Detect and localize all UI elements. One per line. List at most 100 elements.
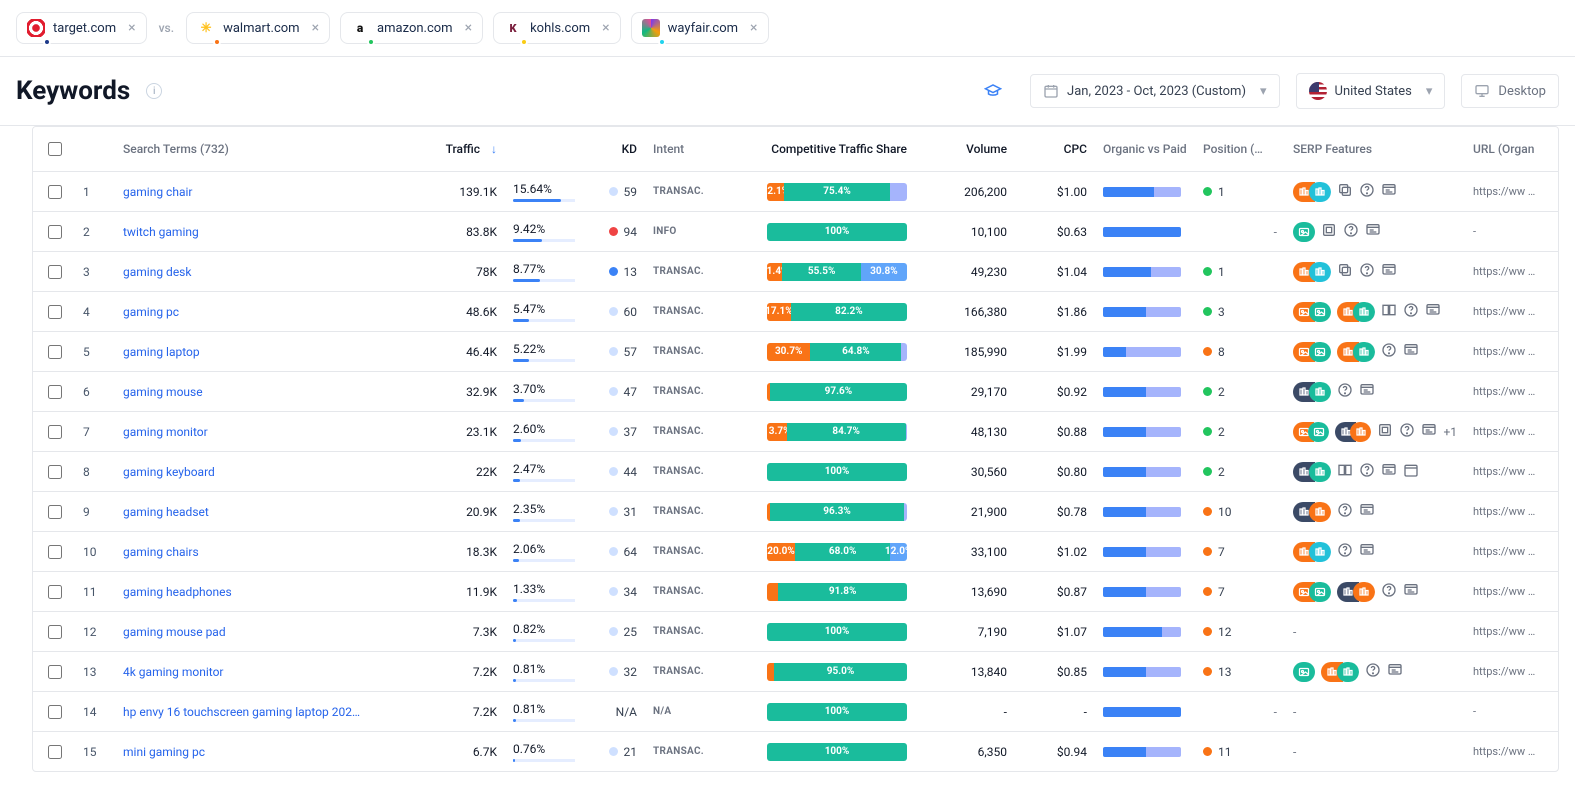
col-search-terms[interactable]: Search Terms (732) [115, 136, 415, 162]
serp-copy-icon[interactable] [1337, 262, 1353, 281]
remove-chip-icon[interactable]: × [128, 21, 135, 35]
serp-serp-icon[interactable] [1381, 182, 1397, 201]
serp-serp-icon[interactable] [1381, 262, 1397, 281]
serp-copy-icon[interactable] [1337, 182, 1353, 201]
device-picker[interactable]: Desktop [1461, 74, 1559, 108]
url-cell[interactable]: https://ww kp/mini-ga [1465, 739, 1545, 765]
education-icon[interactable] [972, 74, 1014, 108]
row-checkbox[interactable] [48, 545, 62, 559]
row-checkbox[interactable] [48, 385, 62, 399]
url-cell[interactable]: https://ww -Gaming-K [1465, 459, 1545, 485]
info-icon[interactable]: i [146, 83, 162, 99]
col-traffic[interactable]: Traffic ↓ [415, 136, 505, 162]
row-checkbox[interactable] [48, 745, 62, 759]
serp-help-icon[interactable] [1343, 222, 1359, 241]
col-cpc[interactable]: CPC [1015, 136, 1095, 162]
col-share[interactable]: Competitive Traffic Share [755, 136, 915, 162]
url-cell[interactable]: https://ww owse/vide [1465, 579, 1545, 605]
col-volume[interactable]: Volume [915, 136, 1015, 162]
url-cell[interactable]: https://ww owse/vide [1465, 499, 1545, 525]
row-checkbox[interactable] [48, 345, 62, 359]
keyword-link[interactable]: twitch gaming [123, 225, 199, 239]
serp-pill[interactable] [1337, 302, 1375, 322]
url-cell[interactable]: https://ww ming-mous [1465, 379, 1545, 405]
serp-pill[interactable] [1293, 262, 1331, 282]
serp-pill[interactable] [1293, 342, 1331, 362]
serp-help-icon[interactable] [1399, 422, 1415, 441]
url-cell[interactable]: https://ww ming-pc/s [1465, 299, 1545, 325]
serp-help-icon[interactable] [1381, 342, 1397, 361]
serp-serp-icon[interactable] [1359, 382, 1375, 401]
competitor-chip[interactable]: ✳walmart.com× [186, 12, 330, 44]
keyword-link[interactable]: gaming chairs [123, 545, 199, 559]
url-cell[interactable]: - [1465, 699, 1545, 725]
col-serp[interactable]: SERP Features [1285, 136, 1465, 162]
serp-pill[interactable] [1293, 422, 1329, 442]
country-picker[interactable]: United States ▾ [1296, 73, 1446, 109]
serp-pill[interactable] [1293, 222, 1315, 242]
keyword-link[interactable]: gaming keyboard [123, 465, 215, 479]
serp-cal-icon[interactable] [1403, 462, 1419, 481]
serp-serp-icon[interactable] [1421, 422, 1437, 441]
select-all-checkbox[interactable] [48, 142, 62, 156]
keyword-link[interactable]: 4k gaming monitor [123, 665, 223, 679]
competitor-chip[interactable]: target.com× [16, 12, 147, 44]
col-kd[interactable]: KD [575, 136, 645, 162]
row-checkbox[interactable] [48, 465, 62, 479]
serp-serp-icon[interactable] [1365, 222, 1381, 241]
col-url[interactable]: URL (Organ [1465, 136, 1545, 162]
row-checkbox[interactable] [48, 505, 62, 519]
row-checkbox[interactable] [48, 625, 62, 639]
keyword-link[interactable]: gaming desk [123, 265, 191, 279]
keyword-link[interactable]: gaming headphones [123, 585, 232, 599]
keyword-link[interactable]: gaming mouse pad [123, 625, 226, 639]
serp-pill[interactable] [1293, 302, 1331, 322]
url-cell[interactable]: https://ww owse/elec [1465, 339, 1545, 365]
serp-help-icon[interactable] [1403, 302, 1419, 321]
keyword-link[interactable]: gaming monitor [123, 425, 208, 439]
url-cell[interactable]: https://ww owse/hom [1465, 539, 1545, 565]
remove-chip-icon[interactable]: × [602, 21, 609, 35]
row-checkbox[interactable] [48, 265, 62, 279]
serp-pill[interactable] [1293, 502, 1331, 522]
url-cell[interactable]: https://ww ming-moni [1465, 419, 1545, 445]
serp-help-icon[interactable] [1359, 262, 1375, 281]
url-cell[interactable]: https://ww kp/4k-gam [1465, 659, 1545, 685]
serp-help-icon[interactable] [1359, 462, 1375, 481]
keyword-link[interactable]: hp envy 16 touchscreen gaming laptop 202… [123, 705, 360, 719]
serp-pill[interactable] [1293, 542, 1331, 562]
serp-serp-icon[interactable] [1425, 302, 1441, 321]
serp-pill[interactable] [1335, 422, 1371, 442]
serp-pill[interactable] [1293, 582, 1331, 602]
serp-pill[interactable] [1321, 662, 1359, 682]
serp-pill[interactable] [1293, 382, 1331, 402]
serp-help-icon[interactable] [1337, 542, 1353, 561]
keyword-link[interactable]: gaming pc [123, 305, 179, 319]
serp-book-icon[interactable] [1381, 302, 1397, 321]
keyword-link[interactable]: gaming chair [123, 185, 192, 199]
serp-pill[interactable] [1293, 462, 1331, 482]
col-position[interactable]: Position (… [1195, 136, 1285, 162]
serp-help-icon[interactable] [1337, 502, 1353, 521]
serp-sq-icon[interactable] [1321, 222, 1337, 241]
remove-chip-icon[interactable]: × [750, 21, 757, 35]
serp-pill[interactable] [1337, 342, 1375, 362]
serp-pill[interactable] [1293, 662, 1315, 682]
remove-chip-icon[interactable]: × [465, 21, 472, 35]
date-range-picker[interactable]: Jan, 2023 - Oct, 2023 (Custom) ▾ [1030, 74, 1280, 108]
competitor-chip[interactable]: wayfair.com× [631, 12, 769, 44]
serp-pill[interactable] [1337, 582, 1375, 602]
serp-help-icon[interactable] [1359, 182, 1375, 201]
keyword-link[interactable]: gaming mouse [123, 385, 203, 399]
serp-serp-icon[interactable] [1381, 462, 1397, 481]
serp-help-icon[interactable] [1381, 582, 1397, 601]
serp-serp-icon[interactable] [1359, 502, 1375, 521]
url-cell[interactable]: https://ww kp/mouse- [1465, 619, 1545, 645]
url-cell[interactable]: https://ww ming-chair [1465, 179, 1545, 205]
competitor-chip[interactable]: Kkohls.com× [493, 12, 621, 44]
serp-help-icon[interactable] [1365, 662, 1381, 681]
competitor-chip[interactable]: aamazon.com× [340, 12, 483, 44]
col-intent[interactable]: Intent [645, 136, 755, 162]
serp-serp-icon[interactable] [1403, 342, 1419, 361]
keyword-link[interactable]: mini gaming pc [123, 745, 205, 759]
